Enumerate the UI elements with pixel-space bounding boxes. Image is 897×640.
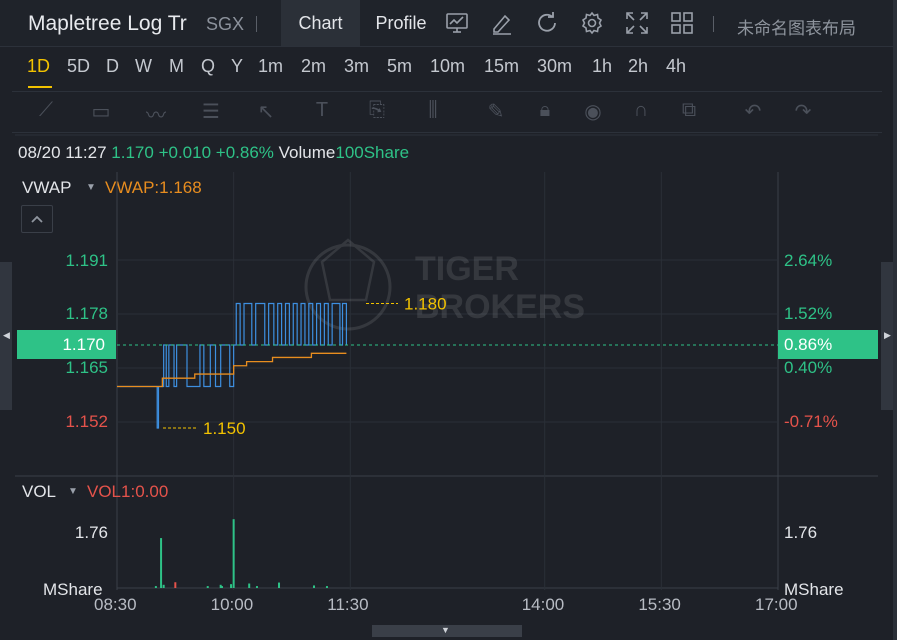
percent-axis-label: 0.40% [784,358,833,377]
eye-icon[interactable]: ◉ [580,99,606,123]
percent-axis-label: 1.52% [784,304,833,323]
current-price-badge: 1.170 [17,330,116,359]
magnet-icon[interactable]: ∩ [628,99,654,123]
measure-tool-icon[interactable]: ⫼ [420,99,446,123]
volume-bar [325,586,328,588]
period-3m[interactable]: 3m [344,56,369,77]
period-30m[interactable]: 30m [537,56,572,77]
right-panel-handle[interactable]: ▶ [881,262,893,410]
percent-axis-label: 2.64% [784,251,833,270]
period-y[interactable]: Y [231,56,243,77]
time-axis-label: 08:30 [94,595,137,614]
volume-bar [220,586,223,588]
volume-bar [255,586,258,588]
time-axis-label: 15:30 [638,595,681,614]
volume-bar [154,586,157,588]
time-axis-label: 17:00 [755,595,798,614]
price-axis-label: 1.165 [65,358,108,377]
arrow-tool-icon[interactable]: ↖ [253,99,279,123]
trash-icon[interactable]: ↷ [790,99,816,123]
time-axis-label: 14:00 [521,595,565,614]
volume-bar [232,519,235,588]
period-1h[interactable]: 1h [592,56,612,77]
percent-axis-label: -0.71% [784,412,838,431]
volume-indicator-name[interactable]: VOL [22,482,56,502]
time-axis-label: 11:30 [327,595,369,614]
fib-tool-icon[interactable]: ☰ [198,99,224,123]
vwap-line [117,352,347,388]
time-axis-label: 10:00 [210,595,254,614]
current-pct-badge: 0.86% [778,330,878,359]
period-2m[interactable]: 2m [301,56,326,77]
period-15m[interactable]: 15m [484,56,519,77]
period-2h[interactable]: 2h [628,56,648,77]
volume-bars [154,519,328,588]
period-1d[interactable]: 1D [27,56,50,77]
price-axis-label: 1.178 [65,304,108,323]
undo-icon[interactable]: ↶ [740,99,766,123]
clone-icon[interactable]: ⧉ [676,99,702,123]
pattern-tool-icon[interactable]: 〰 [143,99,169,127]
price-line [117,302,348,429]
volume-bar [174,582,177,588]
volume-bar [162,584,165,588]
pen-icon[interactable]: ✎ [483,99,509,123]
svg-text:TIGER: TIGER [415,250,519,288]
volume-bar [160,538,163,588]
label-tool-icon[interactable]: ⎘ [364,99,390,123]
period-w[interactable]: W [135,56,152,77]
price-axis-label: 1.152 [65,412,108,431]
chevron-down-icon: ▼ [441,625,450,635]
volume-bar [248,583,251,588]
rectangle-tool-icon[interactable]: ▭ [88,99,114,123]
period-q[interactable]: Q [201,56,215,77]
left-panel-handle[interactable]: ◀ [0,262,12,410]
period-5m[interactable]: 5m [387,56,412,77]
chart-grid [15,134,878,590]
volume-bar [206,586,209,588]
period-m[interactable]: M [169,56,184,77]
period-d[interactable]: D [106,56,119,77]
low-price-label: 1.150 [203,419,246,438]
price-series [117,302,348,429]
volume-bar [313,585,316,588]
period-4h[interactable]: 4h [666,56,686,77]
high-price-label: 1.180 [404,295,447,314]
price-axis-label: 1.191 [65,251,108,270]
text-tool-icon[interactable]: T [309,99,335,123]
price-chart[interactable]: TIGER BROKERS 1.180 1.150 [0,0,893,640]
window-edge [893,0,897,640]
lock-icon[interactable]: 🔒︎ [532,99,558,123]
volume-axis-right-value: 1.76 [784,523,818,542]
volume-indicator-value: VOL1:0.00 [87,482,169,501]
chevron-down-icon[interactable]: ▼ [68,486,78,497]
period-1m[interactable]: 1m [258,56,283,77]
chevron-left-icon: ◀ [3,330,10,340]
volume-bar [278,582,281,588]
watermark: TIGER BROKERS [304,238,585,331]
volume-bar [230,584,233,588]
period-10m[interactable]: 10m [430,56,465,77]
chevron-right-icon: ▶ [884,330,891,340]
line-tool-icon[interactable]: ⟋ [33,99,59,123]
period-5d[interactable]: 5D [67,56,90,77]
volume-axis-left-value: 1.76 [74,523,108,542]
